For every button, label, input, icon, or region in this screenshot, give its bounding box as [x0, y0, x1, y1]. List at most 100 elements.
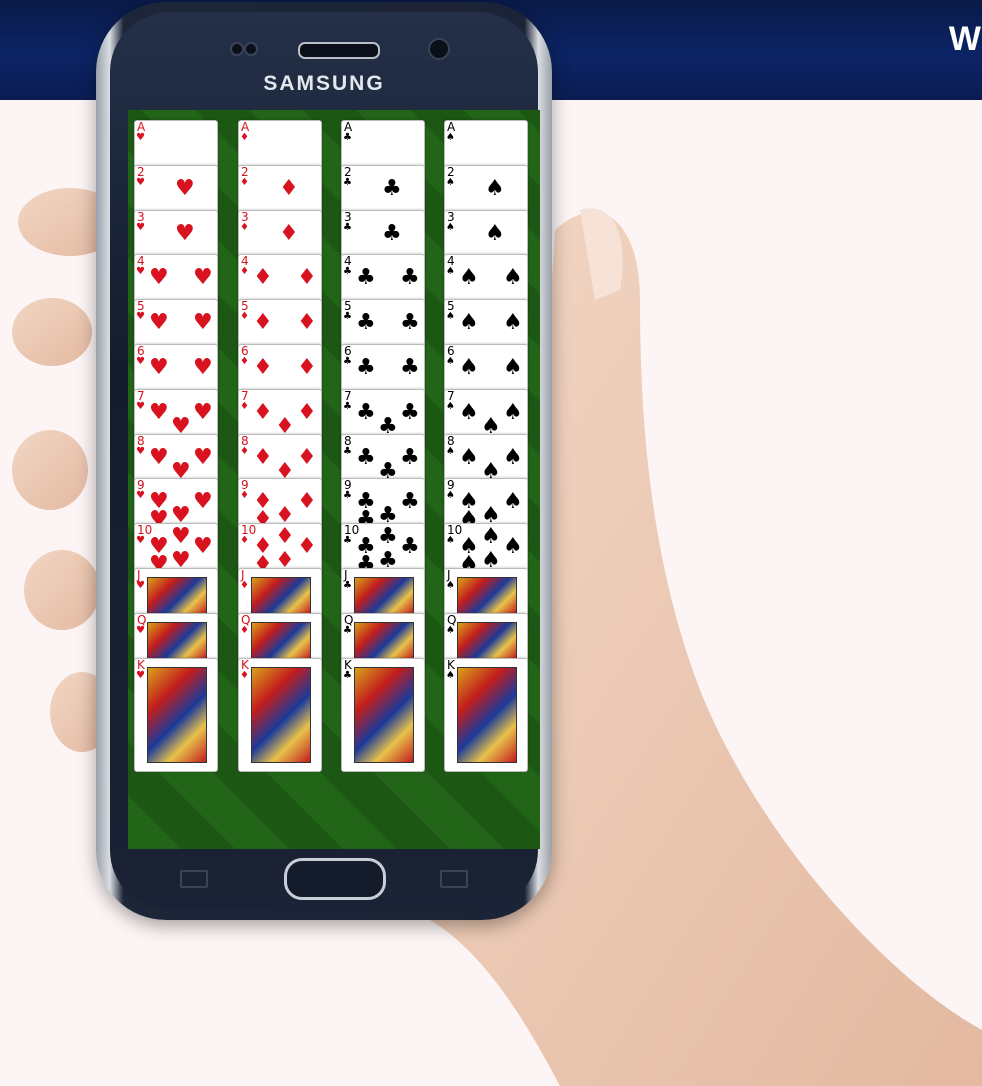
face-card-art	[147, 667, 207, 763]
hearts-pip-icon: ♥	[193, 445, 213, 470]
card-suit-clubs-icon: ♣	[343, 625, 352, 636]
card-K-spades[interactable]: K ♠	[444, 658, 528, 772]
clubs-pip-icon: ♣	[382, 221, 402, 246]
clubs-pip-icon: ♣	[400, 445, 420, 470]
hearts-pip-icon: ♥	[149, 310, 169, 335]
diamonds-pip-icon: ♦	[297, 355, 317, 380]
card-suit-diamonds-icon: ♦	[240, 266, 249, 277]
card-suit-hearts-icon: ♥	[136, 401, 145, 412]
sensor-dot	[230, 42, 244, 56]
card-suit-spades-icon: ♠	[446, 356, 455, 367]
clubs-pip-icon: ♣	[382, 176, 402, 201]
card-suit-spades-icon: ♠	[446, 132, 455, 143]
face-card-art	[354, 667, 414, 763]
card-suit-diamonds-icon: ♦	[240, 401, 249, 412]
card-K-clubs[interactable]: K ♣	[341, 658, 425, 772]
card-suit-hearts-icon: ♥	[136, 311, 145, 322]
card-suit-hearts-icon: ♥	[136, 266, 145, 277]
card-suit-spades-icon: ♠	[446, 490, 455, 501]
clubs-pip-icon: ♣	[400, 310, 420, 335]
card-suit-clubs-icon: ♣	[343, 266, 352, 277]
card-suit-spades-icon: ♠	[446, 580, 455, 591]
diamonds-pip-icon: ♦	[297, 400, 317, 425]
card-suit-hearts-icon: ♥	[136, 446, 145, 457]
hearts-pip-icon: ♥	[175, 176, 195, 201]
card-suit-spades-icon: ♠	[446, 401, 455, 412]
face-card-art	[457, 622, 517, 660]
home-button[interactable]	[284, 858, 386, 900]
card-suit-hearts-icon: ♥	[136, 670, 145, 681]
clubs-pip-icon: ♣	[356, 445, 376, 470]
card-suit-hearts-icon: ♥	[136, 177, 145, 188]
diamonds-pip-icon: ♦	[253, 400, 273, 425]
card-suit-spades-icon: ♠	[446, 625, 455, 636]
card-K-hearts[interactable]: K ♥	[134, 658, 218, 772]
card-suit-spades-icon: ♠	[446, 311, 455, 322]
card-suit-spades-icon: ♠	[446, 670, 455, 681]
card-suit-clubs-icon: ♣	[343, 580, 352, 591]
hearts-pip-icon: ♥	[149, 400, 169, 425]
sensor-dot-2	[244, 42, 258, 56]
front-camera	[428, 38, 450, 60]
card-suit-hearts-icon: ♥	[136, 625, 145, 636]
hearts-pip-icon: ♥	[149, 445, 169, 470]
card-suit-hearts-icon: ♥	[136, 490, 145, 501]
clubs-pip-icon: ♣	[378, 524, 398, 549]
card-suit-spades-icon: ♠	[446, 266, 455, 277]
spades-pip-icon: ♠	[503, 355, 523, 380]
face-card-art	[457, 577, 517, 615]
face-card-art	[354, 622, 414, 660]
phone-device: SAMSUNG A ♥ 2 ♥ ♥ 3 ♥ ♥ 4 ♥ ♥ ♥ 5 ♥ ♥ ♥ 6 ♥ ♥ ♥ 7 ♥ ♥ ♥ ♥ 8 ♥ ♥ ♥ ♥ 9 ♥…	[96, 2, 552, 920]
spades-pip-icon: ♠	[503, 400, 523, 425]
diamonds-pip-icon: ♦	[253, 355, 273, 380]
card-suit-hearts-icon: ♥	[136, 222, 145, 233]
card-suit-clubs-icon: ♣	[343, 670, 352, 681]
clubs-pip-icon: ♣	[400, 400, 420, 425]
hearts-pip-icon: ♥	[193, 400, 213, 425]
hearts-pip-icon: ♥	[175, 221, 195, 246]
hearts-pip-icon: ♥	[193, 310, 213, 335]
card-suit-clubs-icon: ♣	[343, 401, 352, 412]
card-suit-diamonds-icon: ♦	[240, 446, 249, 457]
card-suit-diamonds-icon: ♦	[240, 535, 249, 546]
card-suit-clubs-icon: ♣	[343, 356, 352, 367]
spades-pip-icon: ♠	[481, 524, 501, 549]
clubs-pip-icon: ♣	[356, 355, 376, 380]
back-button[interactable]	[440, 870, 468, 888]
clubs-pip-icon: ♣	[400, 265, 420, 290]
hearts-pip-icon: ♥	[193, 489, 213, 514]
card-suit-diamonds-icon: ♦	[240, 670, 249, 681]
diamonds-pip-icon: ♦	[297, 265, 317, 290]
card-suit-clubs-icon: ♣	[343, 490, 352, 501]
hearts-pip-icon: ♥	[193, 355, 213, 380]
face-card-art	[251, 667, 311, 763]
card-suit-diamonds-icon: ♦	[240, 356, 249, 367]
card-suit-diamonds-icon: ♦	[240, 177, 249, 188]
game-screen[interactable]: A ♥ 2 ♥ ♥ 3 ♥ ♥ 4 ♥ ♥ ♥ 5 ♥ ♥ ♥ 6 ♥ ♥ ♥ 7 ♥ ♥ ♥ ♥ 8 ♥ ♥ ♥ ♥ 9 ♥ ♥ ♥ ♥ ♥ 10 ♥ ♥…	[128, 110, 540, 849]
face-card-art	[457, 667, 517, 763]
card-suit-clubs-icon: ♣	[343, 132, 352, 143]
spades-pip-icon: ♠	[459, 445, 479, 470]
card-suit-diamonds-icon: ♦	[240, 580, 249, 591]
hearts-pip-icon: ♥	[193, 534, 213, 559]
card-K-diamonds[interactable]: K ♦	[238, 658, 322, 772]
clubs-pip-icon: ♣	[356, 265, 376, 290]
hearts-pip-icon: ♥	[149, 355, 169, 380]
clubs-pip-icon: ♣	[400, 534, 420, 559]
spades-pip-icon: ♠	[503, 310, 523, 335]
earpiece-speaker	[298, 42, 380, 59]
spades-pip-icon: ♠	[485, 176, 505, 201]
spades-pip-icon: ♠	[459, 400, 479, 425]
diamonds-pip-icon: ♦	[253, 265, 273, 290]
diamonds-pip-icon: ♦	[297, 489, 317, 514]
hearts-pip-icon: ♥	[171, 524, 191, 549]
face-card-art	[251, 577, 311, 615]
diamonds-pip-icon: ♦	[275, 524, 295, 549]
spades-pip-icon: ♠	[503, 265, 523, 290]
clubs-pip-icon: ♣	[356, 310, 376, 335]
face-card-art	[147, 622, 207, 660]
face-card-art	[251, 622, 311, 660]
card-suit-spades-icon: ♠	[446, 222, 455, 233]
diamonds-pip-icon: ♦	[279, 221, 299, 246]
recent-apps-button[interactable]	[180, 870, 208, 888]
